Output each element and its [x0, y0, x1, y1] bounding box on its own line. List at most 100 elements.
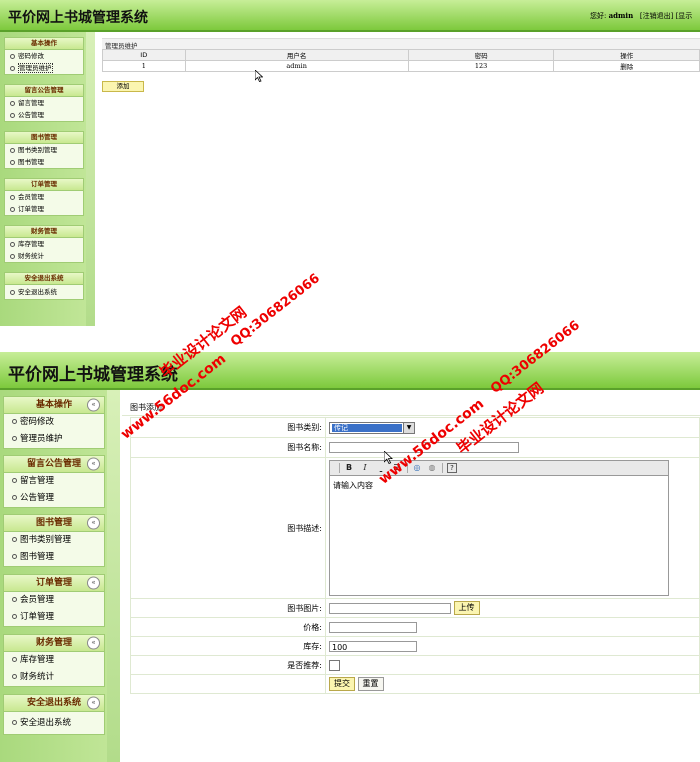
cell-id: 1	[102, 60, 186, 72]
menu-group-header[interactable]: 图书管理 «	[4, 515, 104, 532]
menu-item-password[interactable]: 密码修改	[5, 50, 83, 62]
menu-item-member[interactable]: 会员管理	[4, 592, 104, 609]
menu-group-exit: 安全退出系统 安全退出系统	[4, 272, 84, 300]
menu-item-exit[interactable]: 安全退出系统	[4, 712, 104, 734]
image-icon[interactable]: ◍	[427, 463, 437, 473]
form-row-recommend: 是否推荐:	[130, 655, 700, 675]
menu-group-header[interactable]: 订单管理	[5, 179, 83, 191]
bullet-icon	[10, 206, 15, 212]
collapse-chevron-icon[interactable]: «	[87, 576, 100, 590]
menu-item-message[interactable]: 留言管理	[4, 473, 104, 490]
menu-item-label: 订单管理	[18, 205, 44, 213]
column-header: ID	[102, 49, 186, 61]
menu-group-header[interactable]: 留言公告管理	[5, 85, 83, 97]
menu-group-exit: 安全退出系统 « 安全退出系统	[3, 694, 105, 735]
menu-item-finance-stats[interactable]: 财务统计	[4, 669, 104, 686]
bullet-icon	[12, 554, 17, 559]
sidebar-splitter-top[interactable]	[86, 32, 95, 326]
menu-group-header[interactable]: 安全退出系统 «	[4, 695, 104, 712]
price-input[interactable]	[329, 621, 417, 633]
menu-item-order[interactable]: 订单管理	[4, 609, 104, 626]
form-cell	[325, 655, 700, 675]
stock-input[interactable]: 100	[329, 640, 417, 652]
menu-item-label: 图书管理	[20, 552, 55, 562]
menu-item-finance-stats[interactable]: 财务统计	[5, 250, 83, 262]
add-admin-button[interactable]: 添加	[102, 81, 144, 92]
home-link[interactable]: [显示	[676, 12, 693, 20]
menu-item-label: 留言管理	[18, 99, 44, 107]
menu-item-admin[interactable]: 管理员维护	[5, 62, 83, 74]
logout-link[interactable]: [注销退出]	[640, 12, 673, 20]
reset-button[interactable]: 重置	[357, 677, 384, 691]
menu-item-label: 会员管理	[18, 193, 44, 201]
menu-group-title: 留言公告管理	[24, 86, 64, 94]
menu-item-label: 库存管理	[20, 655, 55, 665]
bullet-icon	[12, 597, 17, 602]
menu-item-book-category[interactable]: 图书类别管理	[4, 532, 104, 549]
menu-group-header[interactable]: 财务管理	[5, 226, 83, 238]
toolbar-separator	[442, 463, 443, 473]
italic-icon[interactable]: I	[360, 463, 370, 473]
menu-item-exit[interactable]: 安全退出系统	[5, 285, 83, 299]
menu-item-book[interactable]: 图书管理	[5, 156, 83, 168]
menu-group-header[interactable]: 留言公告管理 «	[4, 456, 104, 473]
collapse-chevron-icon[interactable]: «	[87, 696, 100, 710]
sidebar-splitter-bottom[interactable]	[107, 390, 120, 762]
collapse-chevron-icon[interactable]: «	[87, 516, 100, 530]
menu-item-admin[interactable]: 管理员维护	[4, 431, 104, 448]
collapse-chevron-icon[interactable]: «	[87, 398, 100, 412]
stock-label: 库存:	[130, 636, 326, 656]
menu-item-password[interactable]: 密码修改	[4, 414, 104, 431]
menu-group-title: 订单管理	[31, 180, 57, 188]
bullet-icon	[10, 241, 15, 247]
admin-table: ID 用户名 密码 操作 1 admin 123 删除	[102, 49, 700, 72]
category-select[interactable]: 传记 ▼	[329, 421, 415, 434]
menu-item-label: 库存管理	[18, 240, 44, 248]
bullet-icon	[12, 436, 17, 441]
bullet-icon	[12, 614, 17, 619]
menu-group-header[interactable]: 图书管理	[5, 132, 83, 144]
menu-item-order[interactable]: 订单管理	[5, 203, 83, 215]
menu-item-label: 图书类别管理	[18, 146, 57, 154]
menu-item-member[interactable]: 会员管理	[5, 191, 83, 203]
image-path-input[interactable]	[329, 602, 451, 614]
menu-group-header[interactable]: 基本操作	[5, 38, 83, 50]
form-row-actions: 提交 重置	[130, 674, 700, 694]
menu-group-order: 订单管理 « 会员管理 订单管理	[3, 574, 105, 627]
form-cell	[130, 674, 326, 694]
upload-button[interactable]: 上传	[453, 601, 480, 615]
delete-link[interactable]: 删除	[553, 60, 700, 72]
menu-item-label: 留言管理	[20, 476, 55, 486]
menu-group-header[interactable]: 基本操作 «	[4, 397, 104, 414]
collapse-chevron-icon[interactable]: «	[87, 457, 100, 471]
menu-item-label: 会员管理	[20, 595, 55, 605]
menu-item-stock[interactable]: 库存管理	[4, 652, 104, 669]
form-cell	[325, 437, 700, 458]
bold-icon[interactable]: B	[344, 463, 354, 473]
bullet-icon	[10, 194, 15, 200]
menu-group-header[interactable]: 财务管理 «	[4, 635, 104, 652]
dropdown-arrow-icon[interactable]: ▼	[403, 422, 414, 433]
menu-group-title: 财务管理	[35, 638, 72, 648]
menu-item-stock[interactable]: 库存管理	[5, 238, 83, 250]
menu-group-finance: 财务管理 « 库存管理 财务统计	[3, 634, 105, 687]
cell-password: 123	[407, 60, 555, 72]
menu-group-header[interactable]: 订单管理 «	[4, 575, 104, 592]
menu-item-book-category[interactable]: 图书类别管理	[5, 144, 83, 156]
recommend-checkbox[interactable]	[329, 659, 340, 671]
menu-item-notice[interactable]: 公告管理	[4, 490, 104, 507]
column-header: 密码	[407, 49, 555, 61]
menu-group-header[interactable]: 安全退出系统	[5, 273, 83, 285]
menu-group-finance: 财务管理 库存管理 财务统计	[4, 225, 84, 263]
form-cell: 100	[325, 636, 700, 656]
form-row-image: 图书图片: 上传	[130, 598, 700, 618]
menu-item-notice[interactable]: 公告管理	[5, 109, 83, 121]
bullet-icon	[10, 159, 15, 165]
submit-button[interactable]: 提交	[329, 677, 355, 691]
menu-item-label: 公告管理	[18, 111, 44, 119]
menu-item-book[interactable]: 图书管理	[4, 549, 104, 566]
collapse-chevron-icon[interactable]: «	[87, 636, 100, 650]
help-icon[interactable]: ?	[447, 463, 457, 473]
menu-group-basic: 基本操作 密码修改 管理员维护	[4, 37, 84, 75]
menu-item-message[interactable]: 留言管理	[5, 97, 83, 109]
